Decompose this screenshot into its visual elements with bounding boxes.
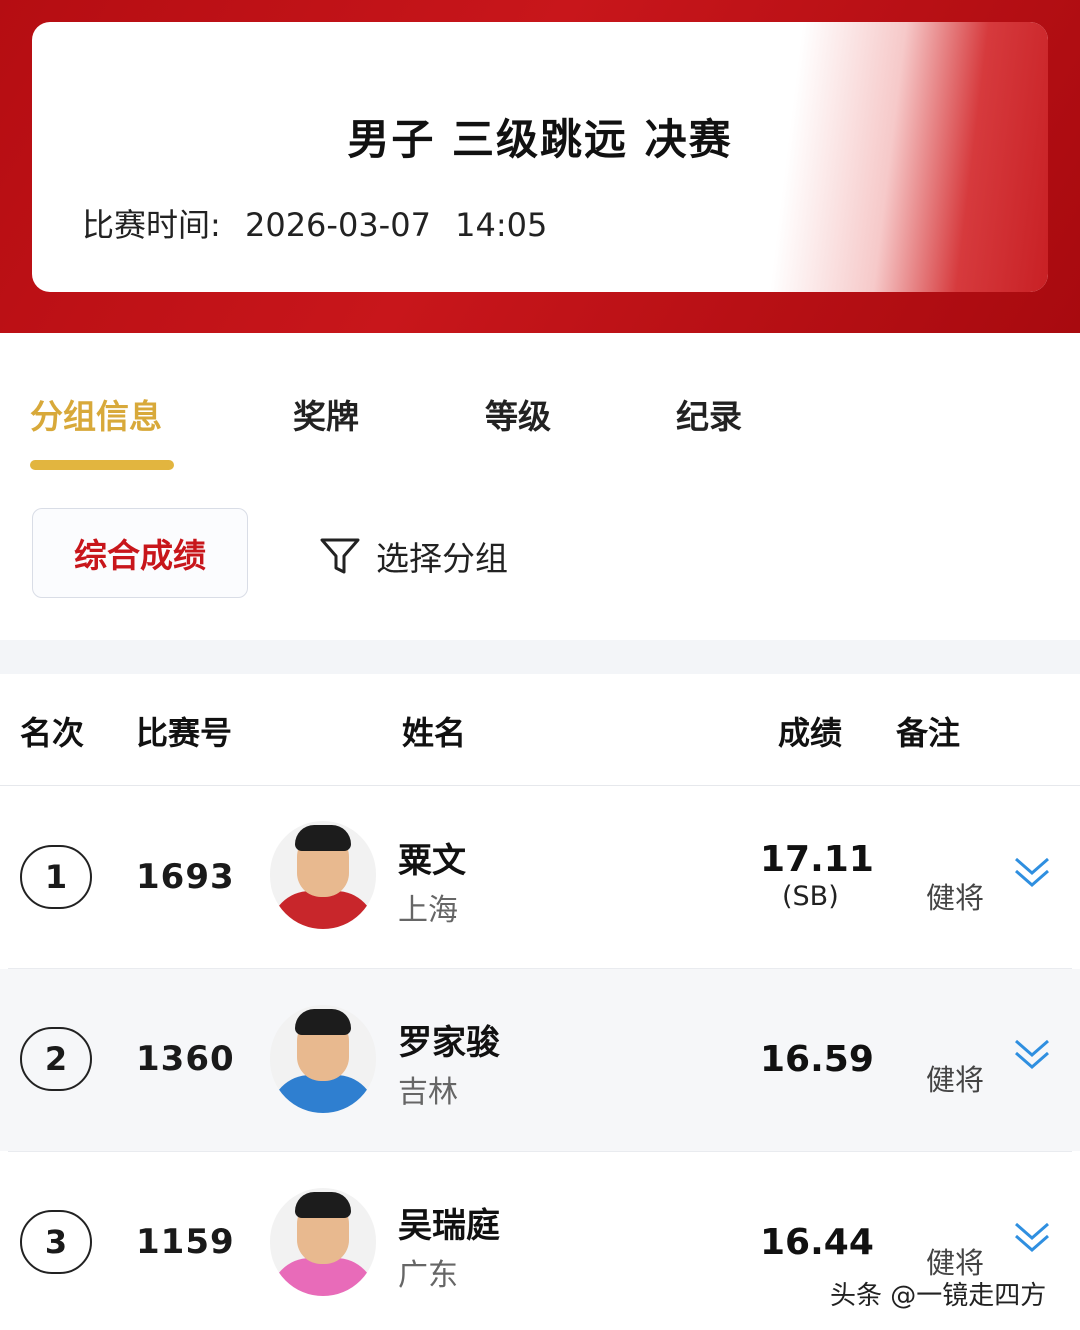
remark-text: 健将 <box>926 1063 985 1097</box>
event-title: 男子 三级跳远 决赛 <box>347 115 733 164</box>
hair <box>295 825 351 851</box>
table-row[interactable]: 2 1360 罗家骏 吉林 16.59 健将 <box>0 969 1080 1151</box>
table-row[interactable]: 1 1693 粟文 上海 17.11 (SB) 健将 <box>0 787 1080 969</box>
athlete-avatar <box>270 1188 376 1296</box>
rank-badge: 3 <box>20 1210 92 1274</box>
chevron-down-icon[interactable] <box>1012 1035 1052 1075</box>
select-group-button[interactable]: 选择分组 <box>318 532 508 580</box>
hair <box>295 1192 351 1218</box>
result-note: (SB) <box>782 881 839 912</box>
filter-icon <box>320 538 360 574</box>
result-value: 16.59 <box>760 1039 874 1080</box>
source-watermark: 头条 @一镜走四方 <box>830 1281 1047 1311</box>
rank-badge: 2 <box>20 1027 92 1091</box>
remark-text: 健将 <box>926 881 985 915</box>
column-result: 成绩 <box>778 714 843 752</box>
column-bib: 比赛号 <box>136 714 233 752</box>
column-name: 姓名 <box>402 714 467 752</box>
bib-number: 1693 <box>136 857 235 897</box>
combined-results-button[interactable]: 综合成绩 <box>32 508 248 598</box>
chevron-down-icon[interactable] <box>1012 1218 1052 1258</box>
athlete-team: 吉林 <box>398 1075 458 1110</box>
athlete-team: 广东 <box>398 1258 458 1293</box>
hair <box>295 1009 351 1035</box>
athlete-team: 上海 <box>398 893 458 928</box>
event-date: 2026-03-07 <box>244 206 431 244</box>
event-card: 男子 三级跳远 决赛 比赛时间: 2026-03-07 14:05 <box>32 22 1048 292</box>
athlete-name: 粟文 <box>398 841 466 881</box>
result-value: 17.11 <box>760 839 874 880</box>
result-value: 16.44 <box>760 1222 874 1263</box>
column-rank: 名次 <box>20 714 85 752</box>
tab-bar: 分组信息 奖牌 等级 纪录 <box>0 350 1080 470</box>
event-clock: 14:05 <box>455 206 548 244</box>
athlete-name: 罗家骏 <box>398 1023 500 1063</box>
tab-grades[interactable]: 等级 <box>485 390 551 438</box>
tab-medals[interactable]: 奖牌 <box>293 390 359 438</box>
bib-number: 1360 <box>136 1039 235 1079</box>
chevron-down-icon[interactable] <box>1012 853 1052 893</box>
event-time: 比赛时间: 2026-03-07 14:05 <box>82 200 561 246</box>
time-label: 比赛时间: <box>82 206 221 244</box>
athlete-avatar <box>270 1005 376 1113</box>
athlete-avatar <box>270 821 376 929</box>
rank-badge: 1 <box>20 845 92 909</box>
tab-records[interactable]: 纪录 <box>676 390 742 438</box>
select-group-label: 选择分组 <box>376 539 508 578</box>
athlete-name: 吴瑞庭 <box>398 1206 500 1246</box>
active-tab-indicator <box>30 460 174 470</box>
section-divider <box>0 640 1080 674</box>
column-remark: 备注 <box>896 714 961 752</box>
results-table-header: 名次 比赛号 姓名 成绩 备注 <box>0 674 1080 786</box>
tab-group-info[interactable]: 分组信息 <box>30 390 162 438</box>
header-banner: 男子 三级跳远 决赛 比赛时间: 2026-03-07 14:05 <box>0 0 1080 333</box>
bib-number: 1159 <box>136 1222 235 1262</box>
